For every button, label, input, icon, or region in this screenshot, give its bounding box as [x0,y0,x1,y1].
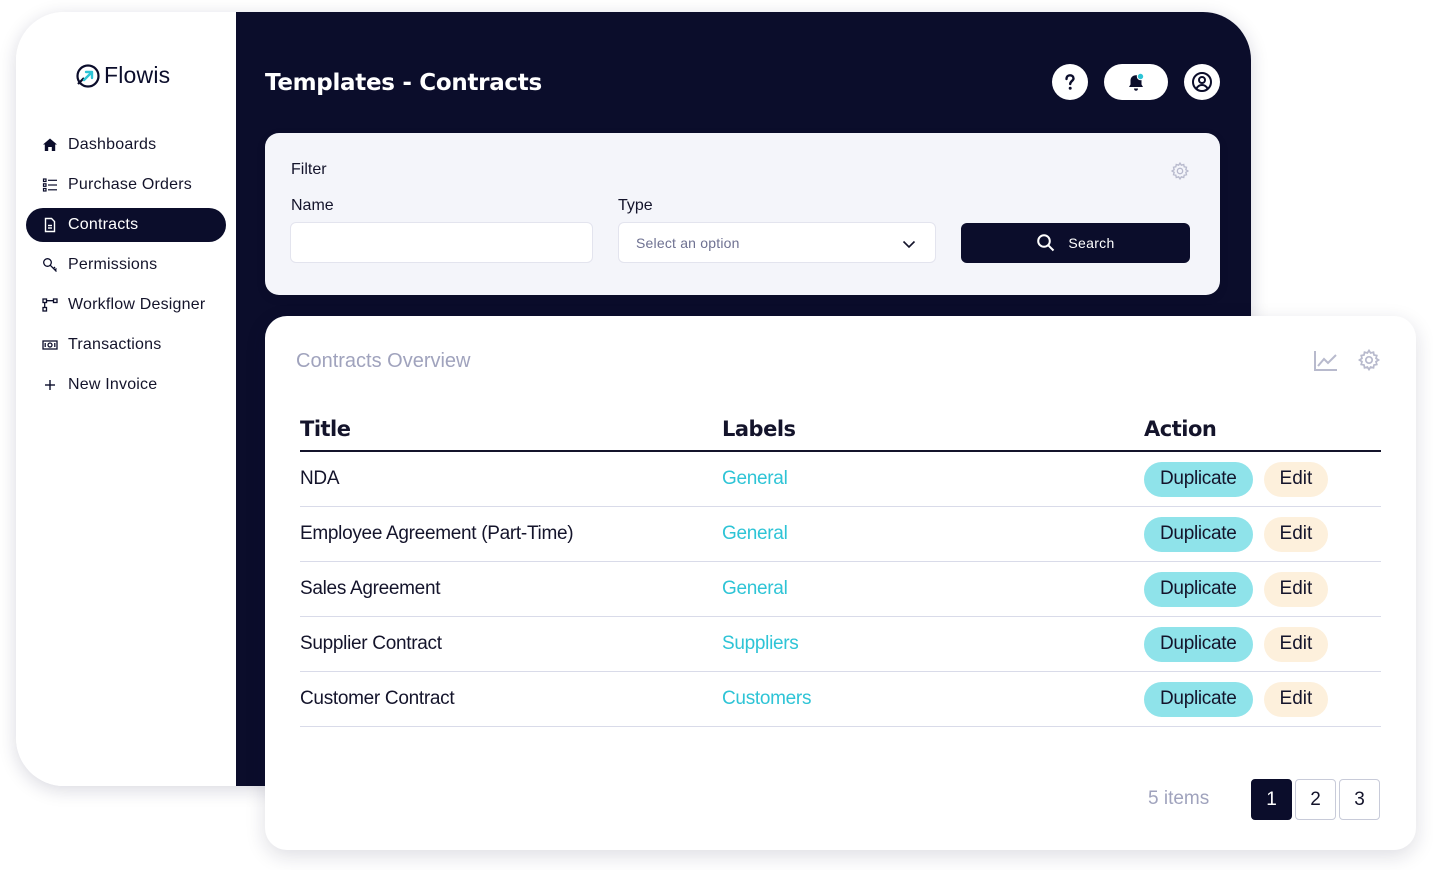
bell-icon [1129,72,1145,91]
plus-icon [42,377,58,393]
page-button-2[interactable]: 2 [1295,779,1336,820]
sidebar-item-label: Contracts [68,216,139,233]
table-row: Supplier Contract Suppliers Duplicate Ed… [300,617,1381,672]
edit-button[interactable]: Edit [1263,571,1329,607]
page-title: Templates - Contracts [265,70,542,96]
filter-title: Filter [291,161,327,178]
sidebar-item-transactions[interactable]: Transactions [26,328,226,362]
row-label[interactable]: Customers [722,688,1144,710]
edit-button[interactable]: Edit [1263,516,1329,552]
filter-settings-icon[interactable] [1170,161,1190,181]
pagination: 1 2 3 [1251,779,1380,820]
column-header-title: Title [300,417,351,441]
duplicate-button[interactable]: Duplicate [1144,461,1253,497]
home-icon [42,137,58,153]
sidebar-item-label: Workflow Designer [68,296,206,313]
row-title: Supplier Contract [300,633,442,654]
row-label[interactable]: General [722,578,1144,600]
row-title: Customer Contract [300,688,455,709]
row-label[interactable]: General [722,523,1144,545]
edit-button[interactable]: Edit [1263,626,1329,662]
sidebar-item-label: Dashboards [68,136,157,153]
document-icon [42,217,58,233]
logo: Flowis [75,62,170,89]
sidebar-nav: Dashboards Purchase Orders Contracts Per… [26,128,226,408]
column-header-labels: Labels [722,417,796,441]
page-button-1[interactable]: 1 [1251,779,1292,820]
sidebar: Flowis Dashboards Purchase Orders Contra… [16,12,236,786]
chevron-down-icon [902,240,916,249]
overview-title: Contracts Overview [296,350,471,372]
duplicate-button[interactable]: Duplicate [1144,516,1253,552]
user-icon [1192,72,1212,92]
page-button-3[interactable]: 3 [1339,779,1380,820]
help-icon [1065,74,1075,90]
sidebar-item-permissions[interactable]: Permissions [26,248,226,282]
notifications-button[interactable] [1104,64,1168,100]
user-profile-button[interactable] [1184,64,1220,100]
sidebar-item-label: New Invoice [68,376,158,393]
duplicate-button[interactable]: Duplicate [1144,626,1253,662]
sidebar-item-dashboards[interactable]: Dashboards [26,128,226,162]
logo-icon [76,63,100,88]
sidebar-item-label: Permissions [68,256,158,273]
sidebar-item-contracts[interactable]: Contracts [26,208,226,242]
duplicate-button[interactable]: Duplicate [1144,681,1253,717]
row-title: NDA [300,468,340,489]
name-field-label: Name [291,197,334,214]
sidebar-item-label: Transactions [68,336,162,353]
row-title: Sales Agreement [300,578,441,599]
duplicate-button[interactable]: Duplicate [1144,571,1253,607]
search-button-label: Search [1068,235,1115,251]
settings-gear-icon[interactable] [1357,348,1381,372]
type-select-placeholder: Select an option [636,234,740,251]
edit-button[interactable]: Edit [1263,681,1329,717]
help-button[interactable] [1052,64,1088,100]
table-row: Customer Contract Customers Duplicate Ed… [300,672,1381,727]
table-row: Sales Agreement General Duplicate Edit [300,562,1381,617]
sidebar-item-workflow-designer[interactable]: Workflow Designer [26,288,226,322]
contracts-overview-card: Contracts Overview Title Labels Action N… [265,316,1416,850]
sidebar-item-label: Purchase Orders [68,176,192,193]
filter-card: Filter Name Type Select an option Search [265,133,1220,295]
sidebar-item-purchase-orders[interactable]: Purchase Orders [26,168,226,202]
line-chart-icon[interactable] [1313,349,1339,373]
type-select[interactable]: Select an option [618,222,936,263]
sidebar-item-new-invoice[interactable]: New Invoice [26,368,226,402]
column-header-action: Action [1144,417,1217,441]
contracts-table: Title Labels Action NDA General Duplicat… [300,408,1381,727]
table-header: Title Labels Action [300,408,1381,452]
edit-button[interactable]: Edit [1263,461,1329,497]
table-row: Employee Agreement (Part-Time) General D… [300,507,1381,562]
logo-text: Flowis [104,62,171,88]
row-actions: Duplicate Edit [1144,681,1381,717]
workflow-icon [42,297,58,313]
row-actions: Duplicate Edit [1144,626,1381,662]
key-icon [42,257,58,273]
row-actions: Duplicate Edit [1144,571,1381,607]
row-label[interactable]: Suppliers [722,633,1144,655]
cash-icon [42,337,58,353]
type-field-label: Type [618,197,653,214]
name-input[interactable] [290,222,593,263]
row-label[interactable]: General [722,468,1144,490]
list-icon [42,177,58,193]
table-row: NDA General Duplicate Edit [300,452,1381,507]
search-icon [1037,234,1055,252]
search-button[interactable]: Search [961,223,1190,263]
row-title: Employee Agreement (Part-Time) [300,523,574,544]
row-actions: Duplicate Edit [1144,516,1381,552]
items-count: 5 items [1148,788,1210,809]
row-actions: Duplicate Edit [1144,461,1381,497]
